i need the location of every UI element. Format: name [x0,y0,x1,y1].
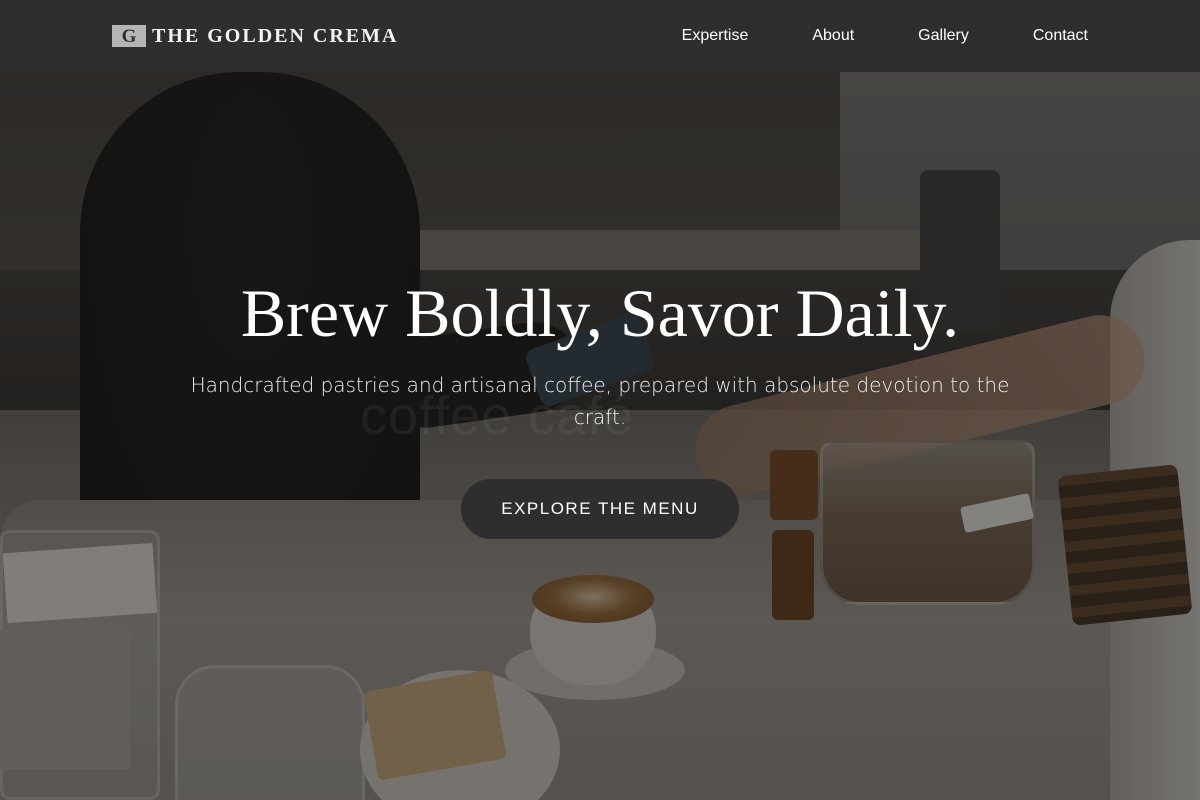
main-nav: Expertise About Gallery Contact [682,27,1088,45]
nav-link-contact[interactable]: Contact [969,27,1088,45]
hero-section: Brew Boldly, Savor Daily. Handcrafted pa… [0,0,1200,800]
brand-logo-link[interactable]: G THE GOLDEN CREMA [112,25,398,48]
brand-mark-icon: G [112,25,146,47]
hero-subtitle: Handcrafted pastries and artisanal coffe… [190,372,1010,429]
nav-link-gallery[interactable]: Gallery [854,27,969,45]
nav-link-about[interactable]: About [748,27,854,45]
navbar: G THE GOLDEN CREMA Expertise About Galle… [0,0,1200,72]
hero-title: Brew Boldly, Savor Daily. [240,275,960,351]
explore-menu-button[interactable]: EXPLORE THE MENU [461,478,739,539]
brand-name: THE GOLDEN CREMA [152,24,399,47]
nav-link-expertise[interactable]: Expertise [682,27,749,45]
